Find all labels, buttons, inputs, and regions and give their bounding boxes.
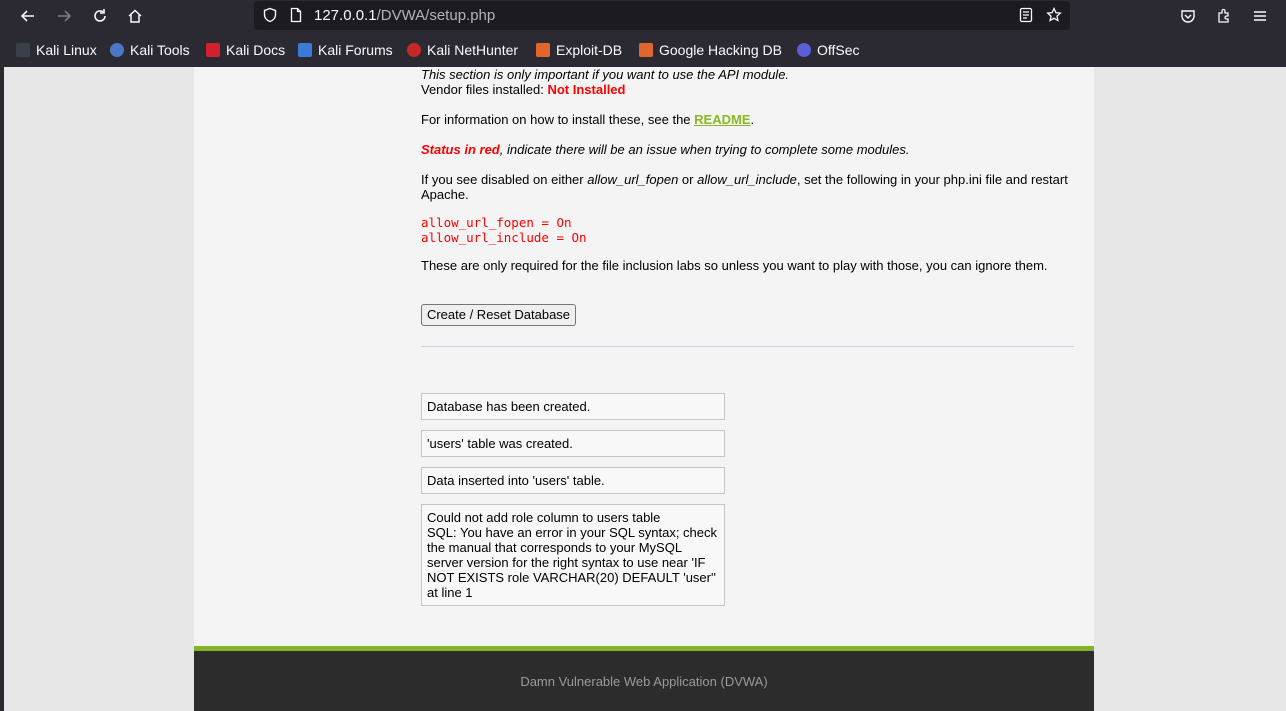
extensions-icon[interactable] bbox=[1212, 4, 1236, 28]
bookmark-exploit-db[interactable]: Exploit-DB bbox=[536, 42, 622, 58]
message-data-inserted: Data inserted into 'users' table. bbox=[421, 467, 725, 494]
bookmark-kali-forums[interactable]: Kali Forums bbox=[298, 42, 393, 58]
page-viewport: This section is only important if you wa… bbox=[0, 67, 1286, 711]
error-line: Could not add role column to users table bbox=[427, 510, 661, 525]
bookmark-label: Kali Forums bbox=[318, 42, 393, 58]
shield-icon[interactable] bbox=[262, 7, 278, 23]
disabled-text: , set the following in your php.ini file… bbox=[796, 172, 1068, 187]
bookmark-kali-docs[interactable]: Kali Docs bbox=[206, 42, 285, 58]
browser-toolbar: 127.0.0.1/DVWA/setup.php bbox=[0, 0, 1286, 32]
disabled-note: If you see disabled on either allow_url_… bbox=[421, 172, 1081, 202]
forward-icon[interactable] bbox=[52, 4, 76, 28]
status-note: Status in red, indicate there will be an… bbox=[421, 142, 909, 157]
bookmark-label: Kali Linux bbox=[36, 42, 97, 58]
url-host: 127.0.0.1 bbox=[314, 7, 377, 24]
url-bar[interactable]: 127.0.0.1/DVWA/setup.php bbox=[254, 1, 1070, 30]
vendor-files-line: Vendor files installed: Not Installed bbox=[421, 82, 625, 97]
footer-text: Damn Vulnerable Web Application (DVWA) bbox=[520, 674, 768, 689]
reader-view-icon[interactable] bbox=[1018, 7, 1034, 23]
readme-line: For information on how to install these,… bbox=[421, 112, 754, 127]
reload-icon[interactable] bbox=[88, 4, 112, 28]
bookmark-label: Kali Tools bbox=[130, 42, 190, 58]
message-users-table: 'users' table was created. bbox=[421, 430, 725, 457]
bookmark-label: OffSec bbox=[817, 42, 860, 58]
divider bbox=[421, 346, 1074, 347]
bookmark-google-hacking-db[interactable]: Google Hacking DB bbox=[639, 42, 782, 58]
kali-forums-icon bbox=[298, 43, 312, 57]
back-icon[interactable] bbox=[16, 4, 40, 28]
nethunter-icon bbox=[407, 43, 421, 57]
readme-link[interactable]: README bbox=[694, 112, 750, 127]
file-inclusion-note: These are only required for the file inc… bbox=[421, 258, 1048, 273]
error-line: NOT EXISTS role VARCHAR(20) DEFAULT 'use… bbox=[427, 570, 716, 585]
readme-suffix: . bbox=[750, 112, 755, 127]
error-line: at line 1 bbox=[427, 585, 473, 600]
readme-prefix: For information on how to install these,… bbox=[421, 112, 695, 127]
bookmark-label: Exploit-DB bbox=[556, 42, 623, 58]
bookmark-label: Kali NetHunter bbox=[427, 42, 519, 58]
disabled-text: or bbox=[678, 172, 698, 187]
exploit-db-icon bbox=[536, 43, 550, 57]
bookmark-star-icon[interactable] bbox=[1046, 7, 1062, 23]
url-text[interactable]: 127.0.0.1/DVWA/setup.php bbox=[314, 7, 495, 24]
bookmark-label: Google Hacking DB bbox=[659, 42, 782, 58]
kali-dragon-icon bbox=[16, 43, 30, 57]
disabled-text: If you see disabled on either bbox=[421, 172, 588, 187]
ghdb-icon bbox=[639, 43, 653, 57]
footer: Damn Vulnerable Web Application (DVWA) bbox=[194, 651, 1094, 711]
bookmark-label: Kali Docs bbox=[226, 42, 286, 58]
bookmarks-toolbar: Kali Linux Kali Tools Kali Docs Kali For… bbox=[0, 32, 1286, 68]
code-include: allow_url_include = On bbox=[421, 230, 587, 245]
vendor-label: Vendor files installed: bbox=[421, 82, 548, 97]
bookmark-offsec[interactable]: OffSec bbox=[797, 42, 860, 58]
error-line: server version for the right syntax to u… bbox=[427, 555, 706, 570]
message-role-error: Could not add role column to users table… bbox=[421, 504, 725, 606]
error-line: SQL: You have an error in your SQL synta… bbox=[427, 525, 718, 540]
bookmark-kali-tools[interactable]: Kali Tools bbox=[110, 42, 190, 58]
message-db-created: Database has been created. bbox=[421, 393, 725, 420]
status-note-text: , indicate there will be an issue when t… bbox=[499, 142, 910, 157]
url-path: /DVWA/setup.php bbox=[376, 7, 496, 24]
status-red-label: Status in red bbox=[421, 142, 500, 157]
home-icon[interactable] bbox=[123, 4, 147, 28]
bookmark-kali-linux[interactable]: Kali Linux bbox=[16, 42, 97, 58]
error-line: the manual that corresponds to your MySQ… bbox=[427, 540, 683, 555]
disabled-text: Apache. bbox=[421, 187, 469, 202]
page-icon[interactable] bbox=[288, 7, 304, 23]
bookmark-kali-nethunter[interactable]: Kali NetHunter bbox=[407, 42, 518, 58]
fopen-term: allow_url_fopen bbox=[587, 172, 679, 187]
api-note: This section is only important if you wa… bbox=[421, 67, 790, 82]
kali-tools-icon bbox=[110, 43, 124, 57]
menu-icon[interactable] bbox=[1248, 4, 1272, 28]
include-term: allow_url_include bbox=[697, 172, 797, 187]
pocket-icon[interactable] bbox=[1176, 4, 1200, 28]
vendor-status: Not Installed bbox=[547, 82, 626, 97]
offsec-icon bbox=[797, 43, 811, 57]
create-reset-database-button[interactable]: Create / Reset Database bbox=[421, 304, 576, 326]
window-edge bbox=[0, 67, 4, 711]
code-fopen: allow_url_fopen = On bbox=[421, 215, 572, 230]
kali-docs-icon bbox=[206, 43, 220, 57]
